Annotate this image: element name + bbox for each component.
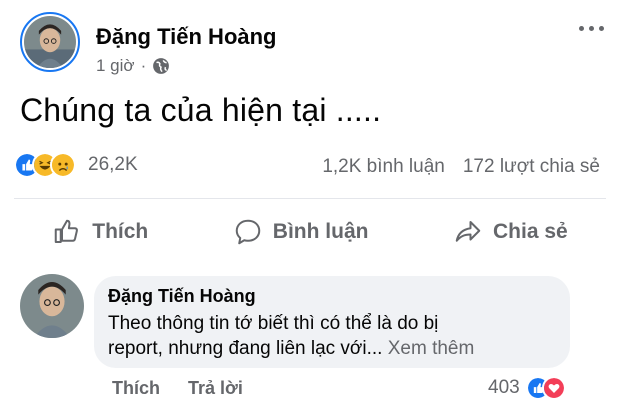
share-label: Chia sẻ: [493, 220, 568, 243]
author-avatar[interactable]: [20, 12, 80, 72]
comment-reactions[interactable]: 403: [488, 376, 566, 400]
share-arrow-icon: [455, 221, 481, 242]
comment-bubble: Đặng Tiến Hoàng Theo thông tin tớ biết t…: [94, 276, 570, 368]
more-options-button[interactable]: [579, 26, 604, 31]
reaction-count[interactable]: 26,2K: [88, 154, 138, 176]
share-button[interactable]: Chia sẻ: [453, 217, 568, 247]
post-time[interactable]: 1 giờ: [96, 56, 135, 76]
love-icon: [541, 376, 566, 400]
dot-icon: [579, 26, 584, 31]
comment-reaction-count: 403: [488, 377, 520, 398]
comment-actions: Thích Trả lời: [112, 378, 243, 399]
sad-icon: [50, 152, 76, 178]
comment-reply-link[interactable]: Trả lời: [188, 378, 243, 399]
reactions-summary[interactable]: 26,2K: [14, 152, 138, 178]
commenter-avatar[interactable]: [20, 274, 84, 338]
comment-text-line: report, nhưng đang liên lạc với... Xem t…: [108, 336, 556, 361]
comment-author-name[interactable]: Đặng Tiến Hoàng: [108, 286, 556, 307]
comment-button[interactable]: Bình luận: [233, 217, 369, 247]
thumbs-up-icon: [55, 219, 79, 243]
globe-icon: [153, 58, 170, 74]
comment-text-fragment: report, nhưng đang liên lạc với...: [108, 338, 383, 359]
divider: [14, 198, 606, 199]
like-button[interactable]: Thích: [52, 217, 148, 247]
comment-label: Bình luận: [272, 220, 369, 243]
see-more-link[interactable]: Xem thêm: [388, 338, 475, 359]
post-action-bar: Thích Bình luận Chia sẻ: [0, 212, 620, 252]
dot-icon: [589, 26, 594, 31]
comment-like-link[interactable]: Thích: [112, 378, 160, 399]
post-text: Chúng ta của hiện tại .....: [20, 92, 382, 128]
post-meta: 1 giờ ·: [96, 56, 170, 76]
post-author-name[interactable]: Đặng Tiến Hoàng: [96, 24, 277, 50]
comment-text-line: Theo thông tin tớ biết thì có thể là do …: [108, 313, 439, 334]
like-label: Thích: [92, 220, 149, 243]
shares-count-link[interactable]: 172 lượt chia sẻ: [463, 156, 600, 178]
comments-count-link[interactable]: 1,2K bình luận: [322, 156, 445, 178]
comment-icon: [235, 219, 261, 245]
dot-icon: [599, 26, 604, 31]
post-stats: 1,2K bình luận 172 lượt chia sẻ: [322, 156, 600, 178]
meta-separator: ·: [140, 56, 147, 75]
comment-text: Theo thông tin tớ biết thì có thể là do …: [108, 311, 556, 361]
